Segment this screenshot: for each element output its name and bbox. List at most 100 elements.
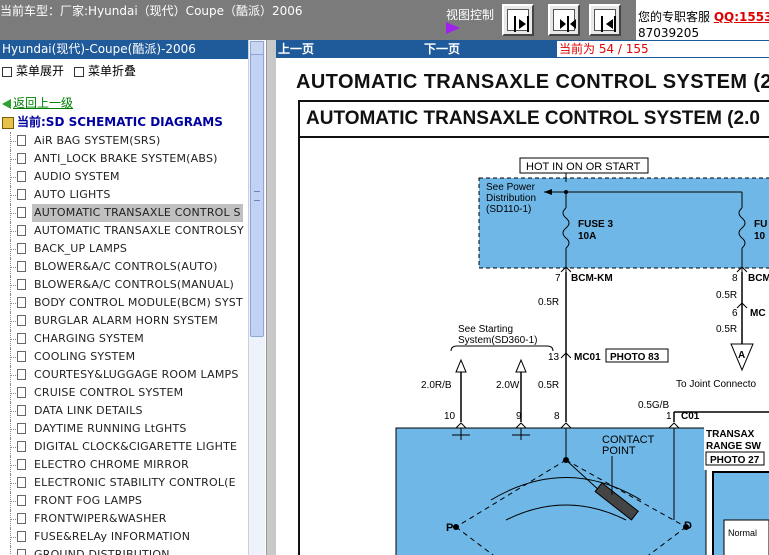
document-icon [17,513,26,524]
tree-item-label: AUTOMATIC TRANSAXLE CONTROL S [32,204,243,222]
tree-item-label: BACK_UP LAMPS [34,242,128,255]
menu-collapse-label: 菜单折叠 [88,64,137,78]
tree-line [10,546,11,555]
photo27-label: PHOTO 27 [710,455,760,466]
tree-item[interactable]: AUTOMATIC TRANSAXLE CONTROL S [0,204,248,222]
tree-item[interactable]: AiR BAG SYSTEM(SRS) [0,132,248,150]
tree-item-label: CHARGING SYSTEM [34,332,144,345]
fuse3-label: FUSE 3 [578,219,613,230]
tree-item-label: BLOWER&A/C CONTROLS(MANUAL) [34,278,235,291]
tree-item-label: AUTO LIGHTS [34,188,111,201]
tree-item[interactable]: ELECTRO CHROME MIRROR [0,456,248,474]
tree-item-label: BODY CONTROL MODULE(BCM) SYST [34,296,243,309]
view-control-label: 视图控制 [446,8,495,22]
support-contact: 您的专职客服 QQ:1553 87039205 [636,0,769,40]
tree-item[interactable]: FUSE&RELAy INFORMATION [0,528,248,546]
tree-item[interactable]: GROUND DISTRIBUTION [0,546,248,555]
transaxle-label-line1: TRANSAX [706,429,755,440]
document-icon [17,225,26,236]
pin-1: 1 [666,411,672,422]
mc-right-label: MC [750,308,766,319]
pin-6: 6 [732,308,738,319]
qq-link[interactable]: QQ:1553 [714,10,769,24]
tree-item[interactable]: BURGLAR ALARM HORN SYSTEM [0,312,248,330]
tree-item-label: DATA LINK DETAILS [34,404,143,417]
diagram-tree: AiR BAG SYSTEM(SRS) ANTI_LOCK BRAKE SYSTE… [0,132,248,555]
joint-connector-label: To Joint Connecto [676,379,756,390]
document-icon [17,549,26,555]
pin-13: 13 [548,352,560,363]
collapse-left-panel-button[interactable] [502,4,534,36]
c01-label: C01 [681,411,700,422]
tree-item[interactable]: BLOWER&A/C CONTROLS(MANUAL) [0,276,248,294]
tree-item[interactable]: AUTO LIGHTS [0,186,248,204]
view-control-arrow-icon [446,22,460,34]
document-icon [17,477,26,488]
wire-05r-c: 0.5R [716,290,737,301]
support-label: 您的专职客服 [638,10,711,24]
tree-item-label: FRONT FOG LAMPS [34,494,143,507]
back-label: 返回上一级 [13,96,74,110]
tree-item-label: AUDIO SYSTEM [34,170,120,183]
document-icon [17,153,26,164]
tree-item-label: ANTI_LOCK BRAKE SYSTEM(ABS) [34,152,218,165]
pin-8-bottom: 8 [554,411,560,422]
document-icon [17,495,26,506]
transaxle-label-line2: RANGE SW [706,441,762,452]
expand-left-panel-button[interactable] [589,4,621,36]
tree-item[interactable]: FRONTWIPER&WASHER [0,510,248,528]
menu-expand-button[interactable]: 菜单展开 [2,62,64,79]
tree-item[interactable]: BACK_UP LAMPS [0,240,248,258]
tree-item[interactable]: COURTESY&LUGGAGE ROOM LAMPS [0,366,248,384]
tree-item-label: DIGITAL CLOCK&CIGARETTE LIGHTE [34,440,238,453]
tree-item[interactable]: DATA LINK DETAILS [0,402,248,420]
pin-9: 9 [516,411,522,422]
document-icon [17,333,26,344]
tree-item-label: DAYTIME RUNNING LtGHTS [34,422,187,435]
tree-item[interactable]: DIGITAL CLOCK&CIGARETTE LIGHTE [0,438,248,456]
tree-item-label: FRONTWIPER&WASHER [34,512,167,525]
photo83-label: PHOTO 83 [610,352,660,363]
split-arrows-icon [553,9,576,32]
tree-item[interactable]: AUTOMATIC TRANSAXLE CONTROLSY [0,222,248,240]
tree-item[interactable]: COOLING SYSTEM [0,348,248,366]
bcm-km-label: BCM-KM [571,273,613,284]
menu-expand-label: 菜单展开 [16,64,65,78]
document-icon [17,387,26,398]
tree-item-label: ELECTRONIC STABILITY CONTROL(E [34,476,236,489]
diagram-viewer: 上一页 下一页 当前为 54 / 155 AUTOMATIC TRANSAXLE… [276,40,769,555]
tree-item[interactable]: DAYTIME RUNNING LtGHTS [0,420,248,438]
tree-item[interactable]: ELECTRONIC STABILITY CONTROL(E [0,474,248,492]
tree-item[interactable]: BODY CONTROL MODULE(BCM) SYST [0,294,248,312]
connector-a-label: A [738,350,745,361]
scroll-up-button[interactable] [250,41,264,55]
current-vehicle-label: 当前车型：厂家:Hyundai（现代）Coupe（酷派）2006 [0,4,303,18]
tree-item[interactable]: FRONT FOG LAMPS [0,492,248,510]
tree-item[interactable]: AUDIO SYSTEM [0,168,248,186]
document-icon [17,171,26,182]
tree-item[interactable]: CHARGING SYSTEM [0,330,248,348]
back-up-one-level-link[interactable]: 返回上一级 [2,94,73,111]
panel-splitter[interactable] [266,40,276,555]
pin-7: 7 [555,273,561,284]
tree-item[interactable]: CRUISE CONTROL SYSTEM [0,384,248,402]
document-icon [17,207,26,218]
see-power-line2: Distribution [486,193,536,204]
fuse-right-amp: 10 [754,231,766,242]
scrollbar-thumb[interactable] [250,54,264,337]
document-icon [17,405,26,416]
arrow-left-bar-icon [594,9,616,32]
menu-collapse-button[interactable]: 菜单折叠 [74,62,136,79]
see-starting-line1: See Starting [458,324,513,335]
document-icon [17,135,26,146]
left-panel-scrollbar[interactable] [248,40,265,555]
document-icon [17,315,26,326]
document-icon [17,369,26,380]
split-view-button[interactable] [548,4,580,36]
back-arrow-icon [2,98,11,109]
collapse-icon [74,66,84,77]
tree-item[interactable]: ANTI_LOCK BRAKE SYSTEM(ABS) [0,150,248,168]
document-icon [17,297,26,308]
tree-item[interactable]: BLOWER&A/C CONTROLS(AUTO) [0,258,248,276]
normal-label: Normal [728,528,757,538]
